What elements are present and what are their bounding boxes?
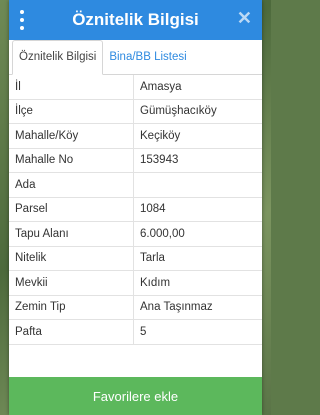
row-label: Mevkii: [9, 271, 134, 295]
table-row: Ada: [9, 173, 262, 198]
row-value: 1084: [140, 203, 166, 216]
panel-title: Öznitelik Bilgisi: [72, 10, 199, 29]
row-value: Keçiköy: [140, 129, 181, 142]
table-row: Pafta 5: [9, 320, 262, 345]
row-value: 5: [140, 325, 147, 338]
tab-bar: Öznitelik Bilgisi Bina/BB Listesi: [9, 40, 262, 75]
row-value: Amasya: [140, 80, 182, 93]
row-value: 6.000,00: [140, 227, 185, 240]
table-row: İlçe Gümüşhacıköy: [9, 99, 262, 124]
add-to-favorites-button[interactable]: Favorilere ekle: [9, 377, 262, 415]
table-row: Mevkii Kıdım: [9, 271, 262, 296]
row-label: Mahalle No: [9, 148, 134, 172]
table-row: İl Amasya: [9, 75, 262, 100]
table-row: Zemin Tip Ana Taşınmaz: [9, 295, 262, 320]
row-label: Tapu Alanı: [9, 222, 134, 246]
table-row: Mahalle No 153943: [9, 148, 262, 173]
more-vertical-icon[interactable]: [19, 10, 25, 30]
table-row: Tapu Alanı 6.000,00: [9, 222, 262, 247]
row-label: İlçe: [9, 99, 134, 123]
row-label: Pafta: [9, 320, 134, 344]
table-row: Nitelik Tarla: [9, 246, 262, 271]
row-value: Kıdım: [140, 276, 171, 289]
row-label: Mahalle/Köy: [9, 124, 134, 148]
row-value: 153943: [140, 154, 179, 167]
row-label: Nitelik: [9, 246, 134, 270]
row-value: Tarla: [140, 252, 165, 265]
close-icon[interactable]: ✕: [237, 8, 252, 29]
attribute-info-panel: Öznitelik Bilgisi ✕ Öznitelik Bilgisi Bi…: [9, 0, 262, 415]
attribute-table: İl Amasya İlçe Gümüşhacıköy Mahalle/Köy …: [9, 75, 262, 377]
table-row: Mahalle/Köy Keçiköy: [9, 124, 262, 149]
row-label: Ada: [9, 173, 134, 197]
row-value: Gümüşhacıköy: [140, 105, 217, 118]
row-value: Ana Taşınmaz: [140, 301, 213, 314]
tab-building-list[interactable]: Bina/BB Listesi: [103, 41, 192, 74]
tab-attribute-info[interactable]: Öznitelik Bilgisi: [12, 40, 104, 75]
row-label: Parsel: [9, 197, 134, 221]
row-label: İl: [9, 75, 134, 99]
panel-header: Öznitelik Bilgisi ✕: [9, 0, 262, 40]
table-row: Parsel 1084: [9, 197, 262, 222]
row-value: [134, 173, 140, 197]
row-label: Zemin Tip: [9, 295, 134, 319]
